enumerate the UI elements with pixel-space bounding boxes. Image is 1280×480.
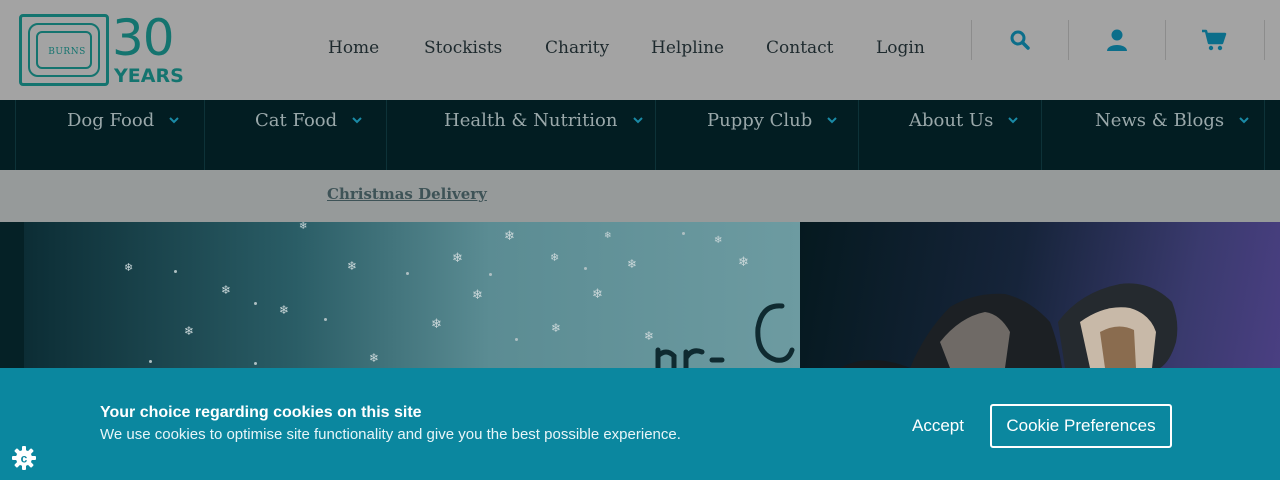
snow-dot: [149, 360, 152, 363]
snowflake-icon: ❄: [472, 288, 483, 303]
cart-icon[interactable]: [1200, 26, 1228, 54]
toolbar-divider: [971, 20, 972, 60]
toolbar-divider: [1264, 20, 1265, 60]
category-about-us[interactable]: About Us: [909, 108, 1019, 132]
snowflake-icon: ❄: [604, 231, 612, 241]
snowflake-icon: ❄: [347, 259, 358, 273]
cookie-banner: Your choice regarding cookies on this si…: [0, 368, 1280, 480]
celtic-knot-logo-icon: BURNS: [19, 14, 109, 86]
nav-separator: [15, 100, 16, 170]
snowflake-icon: ❄: [452, 251, 463, 266]
nav-separator: [655, 100, 656, 170]
category-news-blogs[interactable]: News & Blogs: [1095, 108, 1250, 132]
chevron-down-icon: [351, 114, 363, 126]
chevron-down-icon: [1238, 114, 1250, 126]
cookie-preferences-button[interactable]: Cookie Preferences: [990, 404, 1172, 448]
snowflake-icon: ❄: [184, 324, 195, 338]
site-header: BURNS 30 YEARS Home Stockists Charity He…: [0, 0, 1280, 100]
snowflake-icon: ❄: [299, 222, 308, 232]
hero-edge: [0, 222, 26, 368]
category-nav: Dog Food Cat Food Health & Nutrition Pup…: [0, 100, 1280, 170]
category-cat-food[interactable]: Cat Food: [255, 108, 363, 132]
category-health-nutrition[interactable]: Health & Nutrition: [444, 108, 644, 132]
category-label: Puppy Club: [707, 109, 813, 131]
snowflake-icon: ❄: [221, 283, 232, 297]
snow-dot: [174, 270, 177, 273]
category-label: Dog Food: [67, 109, 155, 131]
snowflake-icon: ❄: [627, 257, 638, 271]
snow-dot: [324, 318, 327, 321]
burns-30-years-logo[interactable]: BURNS 30 YEARS: [19, 10, 184, 87]
toolbar-divider: [1068, 20, 1069, 60]
nav-separator: [858, 100, 859, 170]
nav-separator: [1041, 100, 1042, 170]
snow-dot: [254, 362, 257, 365]
nav-home[interactable]: Home: [328, 38, 379, 58]
snow-dot: [584, 267, 587, 270]
chevron-down-icon: [1007, 114, 1019, 126]
hero-banner[interactable]: ❄ ❄ ❄ ❄ ❄ ❄ ❄ ❄ ❄ ❄ ❄ ❄ ❄ ❄ ❄ ❄ ❄ ❄ ❄: [0, 222, 1280, 368]
snowflake-icon: ❄: [369, 351, 380, 365]
christmas-delivery-link[interactable]: Christmas Delivery: [327, 185, 487, 203]
snowflake-icon: ❄: [592, 287, 603, 302]
promo-strip: Christmas Delivery: [0, 170, 1280, 222]
hero-snow-panel: ❄ ❄ ❄ ❄ ❄ ❄ ❄ ❄ ❄ ❄ ❄ ❄ ❄ ❄ ❄ ❄ ❄ ❄ ❄: [24, 222, 800, 368]
category-label: About Us: [909, 109, 994, 131]
nav-stockists[interactable]: Stockists: [424, 38, 502, 58]
category-dog-food[interactable]: Dog Food: [67, 108, 180, 132]
nav-separator: [1264, 100, 1265, 170]
cookie-banner-title: Your choice regarding cookies on this si…: [100, 404, 422, 421]
nav-separator: [386, 100, 387, 170]
hero-handwritten-graphic: [655, 303, 795, 368]
account-icon[interactable]: [1103, 26, 1131, 54]
category-label: Health & Nutrition: [444, 109, 618, 131]
nav-separator: [204, 100, 205, 170]
nav-helpline[interactable]: Helpline: [651, 38, 724, 58]
category-label: Cat Food: [255, 109, 338, 131]
nav-charity[interactable]: Charity: [545, 38, 609, 58]
snow-dot: [515, 338, 518, 341]
snow-dot: [682, 232, 685, 235]
snowflake-icon: ❄: [431, 317, 442, 332]
category-label: News & Blogs: [1095, 109, 1225, 131]
toolbar-divider: [1165, 20, 1166, 60]
snowflake-icon: ❄: [714, 235, 723, 246]
snow-dot: [254, 302, 257, 305]
snowflake-icon: ❄: [550, 251, 560, 264]
snowflake-icon: ❄: [504, 229, 515, 244]
snowflake-icon: ❄: [279, 303, 290, 317]
category-puppy-club[interactable]: Puppy Club: [707, 108, 838, 132]
dog-ears-image: [840, 283, 1178, 368]
logo-brand-text: BURNS: [48, 47, 86, 57]
snowflake-icon: ❄: [551, 321, 562, 335]
svg-text:c: c: [21, 452, 28, 466]
cookie-banner-text: We use cookies to optimise site function…: [100, 426, 681, 443]
snow-dot: [406, 272, 409, 275]
snow-dot: [489, 273, 492, 276]
chevron-down-icon: [168, 114, 180, 126]
cookie-settings-icon[interactable]: c: [11, 445, 37, 471]
nav-login[interactable]: Login: [876, 38, 925, 58]
logo-years: YEARS: [114, 65, 184, 87]
snowflake-icon: ❄: [124, 261, 134, 274]
chevron-down-icon: [632, 114, 644, 126]
logo-number: 30: [112, 9, 175, 67]
nav-contact[interactable]: Contact: [766, 38, 834, 58]
chevron-down-icon: [826, 114, 838, 126]
hero-dog-panel: [800, 222, 1280, 368]
search-icon[interactable]: [1006, 26, 1034, 54]
snowflake-icon: ❄: [738, 255, 749, 270]
accept-cookies-button[interactable]: Accept: [898, 409, 978, 443]
